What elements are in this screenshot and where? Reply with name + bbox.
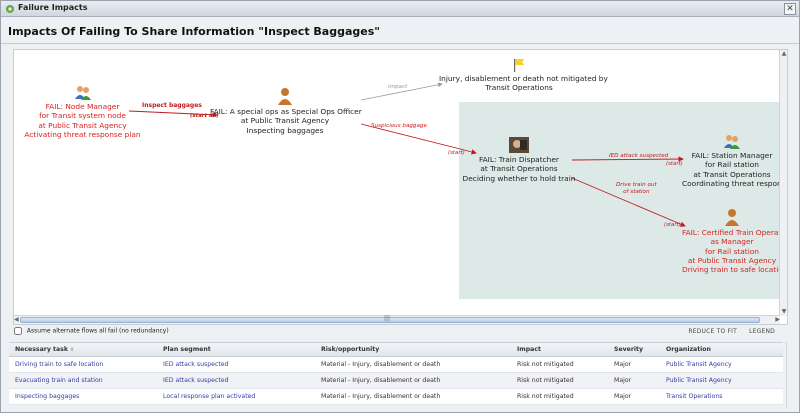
dispatcher-photo-icon [509, 137, 529, 153]
column-header[interactable]: Plan segment [157, 346, 315, 353]
start-label: (start) [664, 222, 681, 228]
person-icon [725, 209, 739, 226]
organization-link[interactable]: Transit Operations [660, 393, 783, 400]
edge-label-inspect-baggages: Inspect baggages [142, 102, 202, 109]
table-row[interactable]: Evacuating train and station IED attack … [9, 373, 783, 389]
title-bar: Failure Impacts ✕ [1, 1, 799, 17]
node-label: FAIL: Certified Train Operator as Manage… [682, 228, 788, 275]
column-header[interactable]: Necessary task ⇧ [9, 346, 157, 353]
impacts-table: Necessary task ⇧ Plan segment Risk/opport… [9, 342, 783, 405]
impact-cell: Risk not mitigated [517, 361, 574, 368]
column-header[interactable]: Impact [511, 346, 608, 353]
table-header: Necessary task ⇧ Plan segment Risk/opport… [9, 342, 783, 357]
start-label: (start) [666, 161, 683, 167]
severity-cell: Major [614, 361, 632, 368]
column-header[interactable]: Severity [608, 346, 660, 353]
failure-impacts-window: Failure Impacts ✕ Impacts Of Failing To … [0, 0, 800, 413]
edge-ied-attack [571, 156, 684, 162]
organization-link[interactable]: Public Transit Agency [660, 377, 783, 384]
node-train-dispatcher[interactable]: FAIL: Train Dispatcher at Transit Operat… [462, 137, 576, 183]
node-node-manager[interactable]: FAIL: Node Manager for Transit system no… [20, 84, 145, 139]
edge-label-drive-train-out: Drive train out of station [616, 182, 657, 195]
task-link[interactable]: Inspecting baggages [9, 393, 157, 400]
node-label: FAIL: Train Dispatcher at Transit Operat… [462, 155, 576, 183]
scroll-left-icon[interactable]: ◀ [14, 316, 19, 323]
impact-cell: Risk not mitigated [517, 377, 574, 384]
segment-link[interactable]: IED attack suspected [157, 361, 315, 368]
impact-cell: Risk not mitigated [517, 393, 574, 400]
reduce-to-fit-button[interactable]: REDUCE TO FIT [688, 328, 737, 335]
node-injury-outcome[interactable]: Injury, disablement or death not mitigat… [439, 58, 608, 93]
legend-button[interactable]: LEGEND [749, 328, 775, 335]
flag-icon [514, 59, 525, 72]
sort-icon: ⇧ [69, 347, 75, 353]
organization-link[interactable]: Public Transit Agency [660, 361, 783, 368]
diagram-panel[interactable]: FAIL: Node Manager for Transit system no… [13, 49, 788, 325]
person-icon [278, 88, 292, 105]
table-row[interactable]: Driving train to safe location IED attac… [9, 357, 783, 373]
node-train-operator[interactable]: FAIL: Certified Train Operator as Manage… [682, 208, 788, 275]
node-special-ops[interactable]: FAIL: A special ops as Special Ops Offic… [210, 87, 362, 135]
scroll-right-icon[interactable]: ▶ [775, 316, 780, 323]
flow-diagram[interactable]: FAIL: Node Manager for Transit system no… [14, 50, 788, 316]
node-station-manager[interactable]: FAIL: Station Manager for Rail station a… [682, 133, 788, 188]
segment-link[interactable]: Local response plan activated [157, 393, 315, 400]
horizontal-scrollbar[interactable]: ◀ ||| ▶ [14, 315, 780, 324]
severity-cell: Major [614, 377, 632, 384]
column-header[interactable]: Organization [660, 346, 783, 353]
group-users-icon [724, 135, 740, 149]
column-header[interactable]: Risk/opportunity [315, 346, 511, 353]
window-title: Failure Impacts [18, 3, 88, 12]
redundancy-option[interactable]: Assume alternate flows all fail (no redu… [14, 327, 169, 335]
risk-cell: Material - Injury, disablement or death [321, 361, 441, 368]
divider [1, 43, 799, 44]
node-label: FAIL: A special ops as Special Ops Offic… [210, 107, 362, 135]
page-title: Impacts Of Failing To Share Information … [8, 25, 380, 38]
redundancy-checkbox[interactable] [14, 327, 22, 335]
table-row[interactable]: Inspecting baggages Local response plan … [9, 389, 783, 405]
edge-label-impact: impact [388, 84, 408, 90]
redundancy-label: Assume alternate flows all fail (no redu… [26, 327, 169, 335]
task-link[interactable]: Driving train to safe location [9, 361, 157, 368]
segment-link[interactable]: IED attack suspected [157, 377, 315, 384]
risk-cell: Material - Injury, disablement or death [321, 393, 441, 400]
table-scrollbar[interactable] [786, 342, 794, 408]
edge-label-suspicious-baggage: Suspicious baggage [371, 123, 427, 129]
app-gear-icon [6, 5, 14, 13]
node-label: FAIL: Station Manager for Rail station a… [682, 151, 788, 188]
risk-cell: Material - Injury, disablement or death [321, 377, 441, 384]
severity-cell: Major [614, 393, 632, 400]
vertical-scrollbar[interactable]: ▲ ▼ [779, 50, 787, 316]
group-users-icon [74, 86, 91, 100]
task-link[interactable]: Evacuating train and station [9, 377, 157, 384]
edge-label-ied-attack: IED attack suspected [609, 153, 669, 159]
scroll-up-icon[interactable]: ▲ [781, 51, 787, 57]
node-label: FAIL: Node Manager for Transit system no… [24, 102, 141, 139]
diagram-tools: REDUCE TO FIT LEGEND [678, 328, 775, 335]
scroll-down-icon[interactable]: ▼ [781, 309, 787, 315]
node-label: Injury, disablement or death not mitigat… [439, 74, 608, 93]
close-button[interactable]: ✕ [784, 3, 796, 15]
scroll-grip-icon: ||| [384, 315, 391, 322]
